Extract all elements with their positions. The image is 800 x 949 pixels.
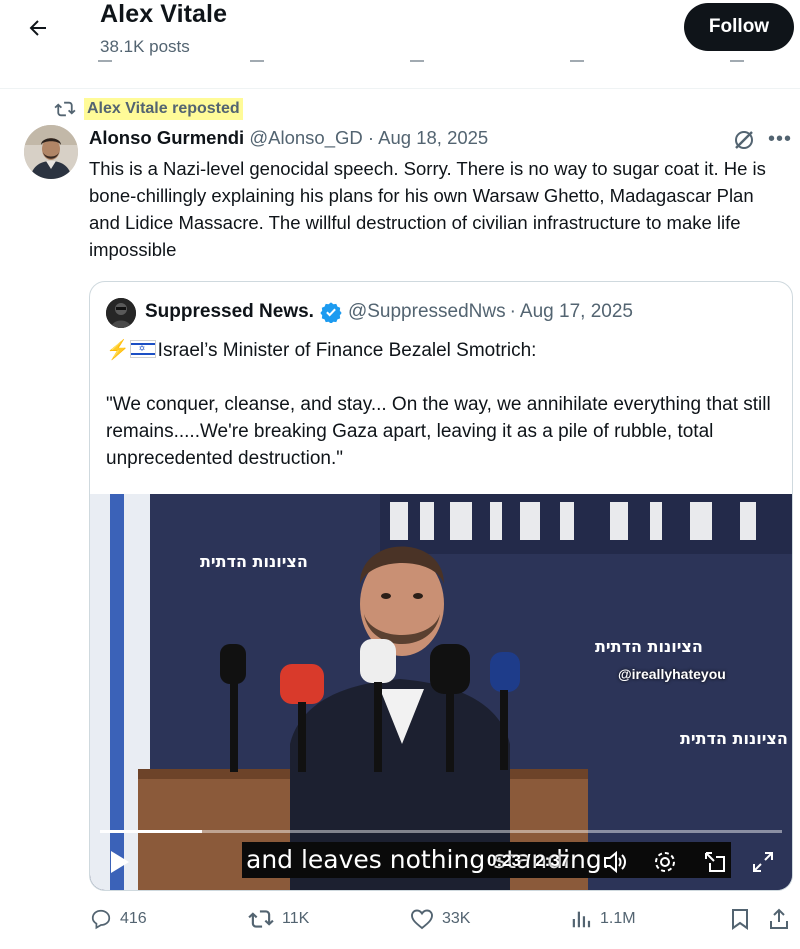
pip-button[interactable] <box>702 849 728 880</box>
author-avatar[interactable] <box>24 125 78 179</box>
picture-in-picture-icon <box>705 852 725 872</box>
reply-icon <box>91 909 111 930</box>
settings-button[interactable] <box>652 849 678 880</box>
author-handle[interactable]: @Alonso_GD <box>249 127 362 148</box>
quoted-line-2: "We conquer, cleanse, and stay... On the… <box>106 394 771 469</box>
repost-icon <box>54 101 76 117</box>
play-icon <box>111 851 129 873</box>
banner-text-2: הציונות הדתית <box>595 637 703 656</box>
bookmark-button[interactable] <box>730 908 758 930</box>
repost-count: 11K <box>282 910 310 927</box>
quoted-author-handle[interactable]: @SuppressedNws <box>348 301 506 323</box>
profile-header: Alex Vitale 38.1K posts Follow <box>0 0 800 62</box>
arrow-left-icon <box>29 20 46 36</box>
heart-icon <box>411 909 433 930</box>
lightning-emoji: ⚡ <box>106 340 130 361</box>
volume-button[interactable] <box>602 849 628 880</box>
video-progress-bar[interactable] <box>100 830 782 833</box>
banner-text-1: הציונות הדתית <box>200 552 308 571</box>
repost-indicator[interactable]: Alex Vitale reposted <box>54 98 243 120</box>
profile-post-count: 38.1K posts <box>100 37 190 56</box>
profile-name: Alex Vitale <box>100 0 228 28</box>
video-player[interactable]: הציונות הדתית הציונות הדתית הציונות הדתי… <box>90 494 792 890</box>
post-date[interactable]: Aug 18, 2025 <box>378 127 488 148</box>
post-actions: 416 11K 33K 1.1M <box>0 900 800 940</box>
video-progress-fill <box>100 830 203 833</box>
post-page: Alex Vitale 38.1K posts Follow Alex Vita… <box>0 0 800 949</box>
israel-flag-icon: ✡ <box>129 340 156 358</box>
quoted-author-name[interactable]: Suppressed News. <box>145 301 314 323</box>
share-icon <box>770 908 788 929</box>
quoted-post[interactable]: Suppressed News. @SuppressedNws · Aug 17… <box>89 281 793 891</box>
reply-count: 416 <box>120 910 147 927</box>
fullscreen-icon <box>753 852 773 872</box>
quoted-post-header: Suppressed News. @SuppressedNws · Aug 17… <box>145 301 633 323</box>
like-button[interactable]: 33K <box>410 908 470 930</box>
bookmark-icon <box>732 909 748 930</box>
repost-button[interactable]: 11K <box>248 908 309 930</box>
back-button[interactable] <box>22 12 54 44</box>
dot-separator: · <box>509 301 516 322</box>
quoted-post-date[interactable]: Aug 17, 2025 <box>520 301 633 323</box>
gear-icon <box>655 852 675 872</box>
like-count: 33K <box>442 910 471 927</box>
grok-button[interactable] <box>732 128 756 157</box>
volume-icon <box>604 850 626 874</box>
video-time: 0:23 / 2:37 <box>487 851 570 870</box>
video-watermark: @ireallyhateyou <box>618 666 726 682</box>
verified-badge-icon <box>320 302 342 323</box>
quoted-post-text: ⚡ ✡ Israel’s Minister of Finance Bezalel S… <box>106 337 774 472</box>
reply-button[interactable]: 416 <box>90 908 147 930</box>
share-button[interactable] <box>768 908 798 930</box>
divider <box>0 88 800 89</box>
dot-separator: · <box>367 127 379 148</box>
quoted-line-1: Israel’s Minister of Finance Bezalel Smo… <box>157 340 537 361</box>
previous-post-actions-partial <box>0 56 800 68</box>
banner-text-3: הציונות הדתית <box>680 729 788 748</box>
author-name[interactable]: Alonso Gurmendi <box>89 127 244 148</box>
repost-icon <box>248 910 274 928</box>
fullscreen-button[interactable] <box>750 849 776 880</box>
view-count: 1.1M <box>600 910 636 927</box>
repost-label[interactable]: Alex Vitale reposted <box>84 98 243 120</box>
play-button[interactable] <box>108 849 132 880</box>
views-icon <box>572 911 591 928</box>
post-header: Alonso Gurmendi @Alonso_GD · Aug 18, 202… <box>89 127 488 149</box>
post-text: This is a Nazi-level genocidal speech. S… <box>89 158 766 260</box>
views-button[interactable]: 1.1M <box>570 908 636 930</box>
grok-icon <box>735 131 753 149</box>
quoted-author-avatar[interactable] <box>106 298 136 328</box>
more-options-button[interactable]: ••• <box>768 128 792 151</box>
follow-button[interactable]: Follow <box>684 3 794 51</box>
